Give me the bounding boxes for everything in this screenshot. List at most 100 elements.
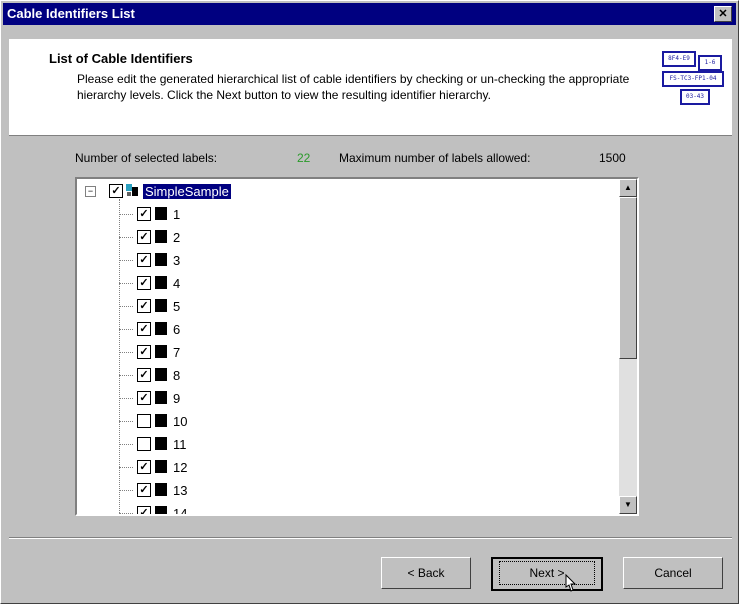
tree-item-checkbox[interactable]: ✓: [137, 460, 151, 474]
tree-item-row[interactable]: ✓ 8: [81, 365, 611, 388]
ethernet-port-icon: [155, 299, 167, 312]
tree-item-row[interactable]: ✓ 12: [81, 457, 611, 480]
tree-item-row[interactable]: ✓ 9: [81, 388, 611, 411]
ethernet-port-icon: [155, 368, 167, 381]
tree-branch-line: [119, 513, 133, 514]
tree-item-checkbox[interactable]: ✓: [137, 276, 151, 290]
close-button[interactable]: ✕: [714, 6, 732, 22]
tree-item-label[interactable]: 6: [173, 322, 180, 337]
ethernet-port-icon: [155, 437, 167, 450]
tree-item-row[interactable]: ✓ 6: [81, 319, 611, 342]
ethernet-port-icon: [155, 230, 167, 243]
tree-branch-line: [119, 306, 133, 307]
ethernet-port-icon: [155, 253, 167, 266]
tree-item-row[interactable]: ✓ 7: [81, 342, 611, 365]
page-description: Please edit the generated hierarchical l…: [77, 72, 630, 102]
tree-item-label[interactable]: 3: [173, 253, 180, 268]
network-icon: [126, 184, 138, 196]
tree-item-checkbox[interactable]: ✓: [137, 506, 151, 514]
tree-item-checkbox[interactable]: ✓: [137, 345, 151, 359]
close-icon: ✕: [718, 8, 728, 20]
logo-label-4: 03-43: [680, 89, 710, 105]
title-bar[interactable]: Cable Identifiers List ✕: [3, 3, 736, 25]
page-title: List of Cable Identifiers: [49, 51, 193, 66]
ethernet-port-icon: [155, 276, 167, 289]
tree-item-row[interactable]: ✓ 3: [81, 250, 611, 273]
tree-root-row[interactable]: − ✓ SimpleSample: [81, 181, 611, 204]
next-button[interactable]: Next >: [491, 557, 603, 591]
tree-item-row[interactable]: ✓ 1: [81, 204, 611, 227]
tree-item-row[interactable]: ✓ 13: [81, 480, 611, 503]
vertical-scrollbar[interactable]: ▲ ▼: [619, 179, 637, 514]
scroll-down-icon: ▼: [624, 500, 632, 509]
mouse-pointer-icon: [565, 573, 577, 592]
tree-branch-line: [119, 260, 133, 261]
next-button-label: Next >: [499, 561, 595, 585]
tree-item-label[interactable]: 1: [173, 207, 180, 222]
ethernet-port-icon: [155, 506, 167, 514]
collapse-toggle-icon[interactable]: −: [85, 186, 96, 197]
scroll-up-button[interactable]: ▲: [619, 179, 637, 197]
tree-item-checkbox[interactable]: ✓: [137, 230, 151, 244]
tree-item-checkbox[interactable]: ✓: [137, 322, 151, 336]
ethernet-port-icon: [155, 207, 167, 220]
tree-item-checkbox[interactable]: ✓: [137, 207, 151, 221]
tree-item-label[interactable]: 8: [173, 368, 180, 383]
selected-labels-caption: Number of selected labels:: [75, 151, 218, 165]
tree-item-checkbox[interactable]: ✓: [137, 391, 151, 405]
tree-branch-line: [119, 398, 133, 399]
tree-item-label[interactable]: 7: [173, 345, 180, 360]
tree-branch-line: [119, 329, 133, 330]
ethernet-port-icon: [155, 414, 167, 427]
tree-branch-line: [119, 444, 133, 445]
tree-item-checkbox[interactable]: ✓: [137, 253, 151, 267]
tree-item-checkbox[interactable]: ✓: [137, 299, 151, 313]
logo-label-3: FS-TC3-FP1-04: [662, 71, 724, 87]
tree-branch-line: [119, 352, 133, 353]
tree-item-label[interactable]: 5: [173, 299, 180, 314]
tree-branch-line: [119, 375, 133, 376]
selected-labels-count: 22: [297, 151, 311, 165]
root-checkbox[interactable]: ✓: [109, 184, 123, 198]
tree-item-row[interactable]: ✓ 5: [81, 296, 611, 319]
tree-item-checkbox[interactable]: ✓: [137, 483, 151, 497]
scroll-down-button[interactable]: ▼: [619, 496, 637, 514]
ethernet-port-icon: [155, 345, 167, 358]
label-counts: Number of selected labels: 22 Maximum nu…: [75, 151, 678, 169]
max-labels-count: 1500: [599, 151, 626, 165]
tree-item-label[interactable]: 10: [173, 414, 187, 429]
cancel-button[interactable]: Cancel: [623, 557, 723, 589]
ethernet-port-icon: [155, 322, 167, 335]
tree-item-row[interactable]: 10: [81, 411, 611, 434]
tree-branch-line: [119, 214, 133, 215]
cable-label-logo-icon: 8F4-E9 1-6 FS-TC3-FP1-04 03-43: [662, 51, 724, 107]
cable-identifier-tree[interactable]: − ✓ SimpleSample ✓ 1 ✓ 2 ✓ 3 ✓ 4 ✓ 5 ✓ 6 ✓ 7 ✓ 8 ✓ 9 10 11 ✓…: [75, 177, 639, 516]
logo-label-1: 8F4-E9: [662, 51, 696, 67]
wizard-header: List of Cable Identifiers Please edit th…: [9, 39, 732, 136]
tree-item-label[interactable]: 12: [173, 460, 187, 475]
max-labels-caption: Maximum number of labels allowed:: [339, 151, 531, 165]
tree-item-checkbox[interactable]: [137, 437, 151, 451]
tree-root-label[interactable]: SimpleSample: [143, 184, 231, 199]
ethernet-port-icon: [155, 391, 167, 404]
tree-item-label[interactable]: 13: [173, 483, 187, 498]
tree-branch-line: [119, 490, 133, 491]
tree-item-label[interactable]: 4: [173, 276, 180, 291]
button-separator: [9, 537, 732, 539]
tree-item-row[interactable]: 11: [81, 434, 611, 457]
scroll-up-icon: ▲: [624, 183, 632, 192]
scroll-thumb[interactable]: [619, 197, 637, 359]
tree-item-label[interactable]: 11: [173, 437, 187, 452]
tree-item-row[interactable]: ✓ 14: [81, 503, 611, 514]
ethernet-port-icon: [155, 460, 167, 473]
tree-item-label[interactable]: 9: [173, 391, 180, 406]
tree-item-row[interactable]: ✓ 2: [81, 227, 611, 250]
tree-item-checkbox[interactable]: ✓: [137, 368, 151, 382]
tree-item-checkbox[interactable]: [137, 414, 151, 428]
window-title: Cable Identifiers List: [7, 6, 135, 21]
dialog-window: Cable Identifiers List ✕ List of Cable I…: [0, 0, 739, 604]
back-button[interactable]: < Back: [381, 557, 471, 589]
tree-item-row[interactable]: ✓ 4: [81, 273, 611, 296]
tree-item-label[interactable]: 14: [173, 506, 187, 514]
tree-item-label[interactable]: 2: [173, 230, 180, 245]
